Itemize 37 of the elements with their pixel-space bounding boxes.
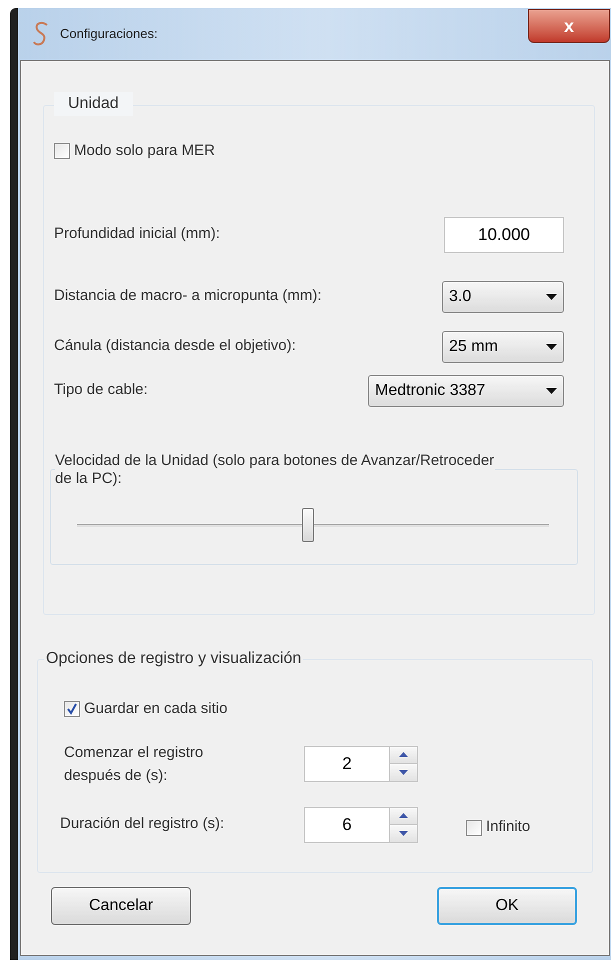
checkbox-label: Modo solo para MER [74, 141, 215, 161]
group-legend: Unidad [54, 92, 133, 116]
text-field[interactable]: 10.000 [444, 216, 564, 252]
caret-icon [546, 294, 557, 300]
field-label: Comenzar el registro después de (s): [64, 742, 204, 786]
checkbox[interactable] [54, 143, 70, 160]
spin-up-button[interactable] [390, 746, 417, 764]
caret-icon [546, 388, 557, 394]
checkbox-label: Infinito [486, 817, 530, 838]
dialog-button[interactable]: OK [437, 887, 577, 925]
down-arrow-icon [399, 830, 408, 836]
down-arrow-icon [399, 770, 408, 775]
dropdown[interactable]: 3.0 [442, 280, 564, 312]
field-label: Profundidad inicial (mm): [54, 224, 220, 244]
field-label: Cánula (distancia desde el objetivo): [54, 336, 296, 356]
checkbox-label: Guardar en cada sitio [84, 699, 228, 719]
slider-thumb[interactable] [302, 508, 314, 542]
window-title: Configuraciones: [60, 25, 158, 44]
dialog-button[interactable]: Cancelar [51, 887, 191, 925]
field-label: Tipo de cable: [54, 380, 148, 400]
checkbox[interactable] [466, 820, 482, 836]
caret-icon [546, 344, 557, 350]
number-field[interactable]: 6 [304, 806, 390, 842]
up-arrow-icon [399, 752, 408, 758]
app-logo-icon [32, 21, 50, 47]
spin-up-button[interactable] [390, 808, 417, 825]
up-arrow-icon [399, 813, 408, 818]
number-field[interactable]: 2 [304, 746, 390, 782]
slider-label: Velocidad de la Unidad (solo para botones de Avanzar/Retroceder de la PC): [55, 452, 495, 488]
spin-down-button[interactable] [390, 764, 417, 780]
field-label: Distancia de macro- a micropunta (mm): [54, 286, 322, 306]
dropdown[interactable]: 25 mm [442, 330, 564, 362]
dropdown[interactable]: Medtronic 3387 [368, 374, 564, 406]
checkmark-icon [66, 703, 78, 716]
field-label: Duración del registro (s): [60, 814, 226, 834]
checkbox[interactable] [64, 701, 80, 718]
spin-down-button[interactable] [390, 825, 417, 842]
